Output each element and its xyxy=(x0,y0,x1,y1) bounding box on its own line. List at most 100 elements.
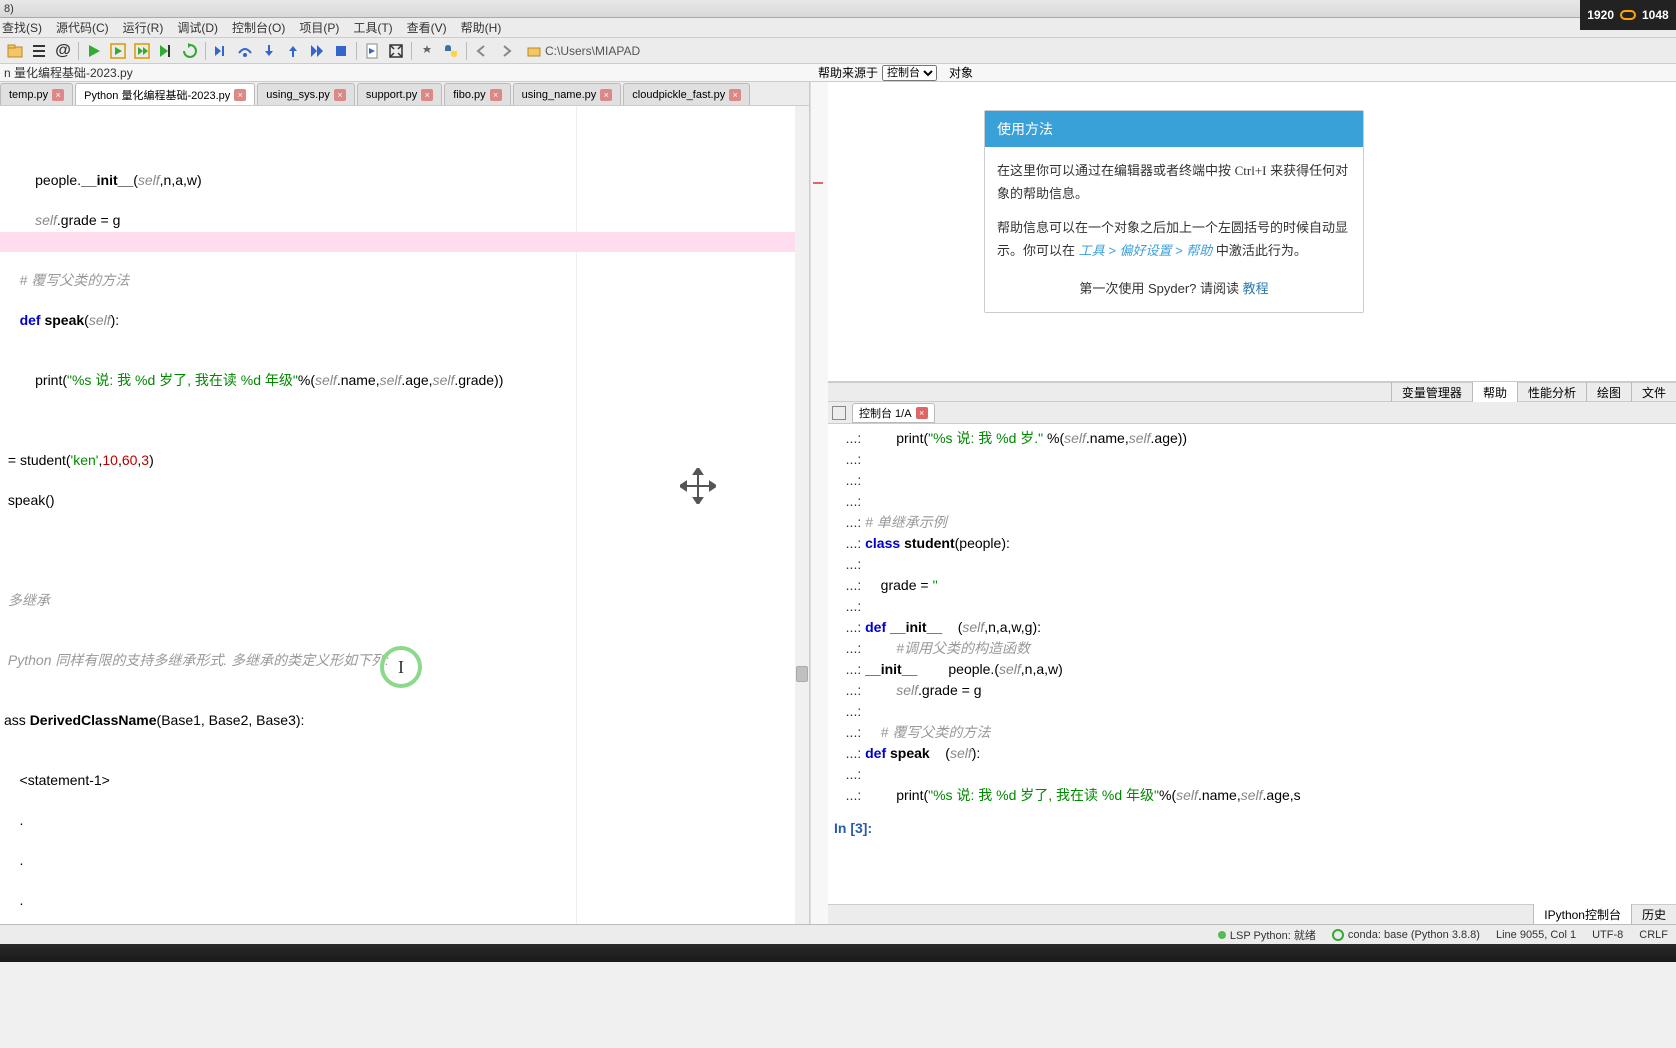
run-selection-icon[interactable] xyxy=(155,40,177,62)
sub-header: n 量化编程基础-2023.py 帮助来源于 控制台 对象 xyxy=(0,64,1676,82)
tab-fibo[interactable]: fibo.py× xyxy=(444,83,510,105)
title-text: 8) xyxy=(4,3,14,15)
help-card-body: 在这里你可以通过在编辑器或者终端中按 Ctrl+I 来获得任何对象的帮助信息。 … xyxy=(985,147,1363,312)
window-title-bar: 8) xyxy=(0,0,1676,18)
menu-run[interactable]: 运行(R) xyxy=(123,19,164,36)
working-dir: C:\Users\MIAPAD xyxy=(527,44,640,58)
editor-tab-bar: temp.py× Python 量化编程基础-2023.py× using_sy… xyxy=(0,82,809,106)
separator xyxy=(356,42,357,60)
continue-icon[interactable] xyxy=(306,40,328,62)
menu-help[interactable]: 帮助(H) xyxy=(461,19,502,36)
windows-taskbar[interactable] xyxy=(0,944,1676,962)
tab-ipython[interactable]: IPython控制台 xyxy=(1533,904,1631,924)
object-label: 对象 xyxy=(949,64,973,81)
help-card: 使用方法 在这里你可以通过在编辑器或者终端中按 Ctrl+I 来获得任何对象的帮… xyxy=(984,110,1364,313)
editor-outline[interactable] xyxy=(810,82,828,924)
tab-help[interactable]: 帮助 xyxy=(1472,382,1517,403)
editor-pane: temp.py× Python 量化编程基础-2023.py× using_sy… xyxy=(0,82,810,924)
outline-marker xyxy=(813,182,823,184)
console-tab-bar: 控制台 1/A × xyxy=(828,402,1676,424)
tutorial-link[interactable]: 教程 xyxy=(1243,281,1269,296)
column-guide xyxy=(576,106,577,924)
run-cell-advance-icon[interactable] xyxy=(131,40,153,62)
maximize-icon[interactable] xyxy=(385,40,407,62)
res-height: 1048 xyxy=(1642,8,1669,22)
forward-icon[interactable] xyxy=(495,40,517,62)
help-source-select[interactable]: 控制台 xyxy=(882,65,937,81)
close-icon[interactable]: × xyxy=(600,89,612,101)
path-text: C:\Users\MIAPAD xyxy=(545,44,640,58)
status-lsp: LSP Python: 就绪 xyxy=(1218,927,1316,943)
close-icon[interactable]: × xyxy=(421,89,433,101)
highlighted-line xyxy=(0,232,809,252)
tab-cloudpickle[interactable]: cloudpickle_fast.py× xyxy=(623,83,750,105)
menu-console[interactable]: 控制台(O) xyxy=(232,19,285,36)
status-encoding: UTF-8 xyxy=(1592,929,1623,941)
menu-find[interactable]: 查找(S) xyxy=(2,19,42,36)
tab-var-explorer[interactable]: 变量管理器 xyxy=(1391,382,1472,403)
menu-debug[interactable]: 调试(D) xyxy=(177,19,218,36)
close-icon[interactable]: × xyxy=(916,407,928,419)
tab-profiler[interactable]: 性能分析 xyxy=(1517,382,1586,403)
tab-using-sys[interactable]: using_sys.py× xyxy=(257,83,355,105)
rerun-icon[interactable] xyxy=(179,40,201,62)
breadcrumb: n 量化编程基础-2023.py xyxy=(0,64,810,81)
close-icon[interactable]: × xyxy=(234,89,246,101)
close-icon[interactable]: × xyxy=(490,89,502,101)
menu-project[interactable]: 项目(P) xyxy=(299,19,339,36)
close-icon[interactable]: × xyxy=(52,89,64,101)
status-dot-icon xyxy=(1218,931,1226,939)
status-cursor: Line 9055, Col 1 xyxy=(1496,929,1576,941)
tab-support[interactable]: support.py× xyxy=(357,83,442,105)
status-eol: CRLF xyxy=(1639,929,1668,941)
conda-icon xyxy=(1332,929,1344,941)
run-icon[interactable] xyxy=(83,40,105,62)
menu-view[interactable]: 查看(V) xyxy=(407,19,447,36)
run-cell-icon[interactable] xyxy=(107,40,129,62)
tab-active[interactable]: Python 量化编程基础-2023.py× xyxy=(75,83,255,105)
stop-icon[interactable] xyxy=(330,40,352,62)
separator xyxy=(78,42,79,60)
back-icon[interactable] xyxy=(471,40,493,62)
res-width: 1920 xyxy=(1587,8,1614,22)
console-icon[interactable] xyxy=(832,406,846,420)
menu-source[interactable]: 源代码(C) xyxy=(56,19,109,36)
scrollbar-thumb[interactable] xyxy=(796,666,808,682)
right-panel-tabs: 变量管理器 帮助 性能分析 绘图 文件 xyxy=(828,382,1676,402)
breadcrumb-file: n 量化编程基础-2023.py xyxy=(4,64,133,81)
tab-history[interactable]: 历史 xyxy=(1631,904,1676,924)
tab-files[interactable]: 文件 xyxy=(1631,382,1676,403)
tab-plots[interactable]: 绘图 xyxy=(1586,382,1631,403)
console-tab[interactable]: 控制台 1/A × xyxy=(852,403,935,423)
preferences-icon[interactable] xyxy=(416,40,438,62)
main-area: temp.py× Python 量化编程基础-2023.py× using_sy… xyxy=(0,82,1676,924)
close-icon[interactable]: × xyxy=(729,89,741,101)
step-into-icon[interactable] xyxy=(258,40,280,62)
console-output[interactable]: ...: print("%s 说: 我 %d 岁." %(self.name,s… xyxy=(828,424,1676,904)
python-icon[interactable] xyxy=(440,40,462,62)
folder-icon[interactable] xyxy=(4,40,26,62)
step-out-icon[interactable] xyxy=(282,40,304,62)
tab-temp[interactable]: temp.py× xyxy=(0,83,73,105)
debug-step-icon[interactable] xyxy=(210,40,232,62)
close-icon[interactable]: × xyxy=(334,89,346,101)
help-source-bar: 帮助来源于 控制台 对象 xyxy=(810,64,1676,81)
step-over-icon[interactable] xyxy=(234,40,256,62)
link-icon xyxy=(1620,10,1636,20)
separator xyxy=(205,42,206,60)
debug-file-icon[interactable] xyxy=(361,40,383,62)
help-panel: 使用方法 在这里你可以通过在编辑器或者终端中按 Ctrl+I 来获得任何对象的帮… xyxy=(828,82,1676,382)
console-pane: 控制台 1/A × ...: print("%s 说: 我 %d 岁." %(s… xyxy=(828,402,1676,924)
at-icon[interactable]: @ xyxy=(52,40,74,62)
menu-bar: 查找(S) 源代码(C) 运行(R) 调试(D) 控制台(O) 项目(P) 工具… xyxy=(0,18,1676,38)
right-pane: 使用方法 在这里你可以通过在编辑器或者终端中按 Ctrl+I 来获得任何对象的帮… xyxy=(828,82,1676,924)
menu-tools[interactable]: 工具(T) xyxy=(353,19,392,36)
editor-scrollbar[interactable] xyxy=(795,106,809,924)
help-card-title: 使用方法 xyxy=(985,111,1363,147)
screen-resolution-badge: 1920 1048 xyxy=(1580,0,1676,30)
list-icon[interactable] xyxy=(28,40,50,62)
status-conda[interactable]: conda: base (Python 3.8.8) xyxy=(1332,929,1480,941)
folder-small-icon xyxy=(527,44,541,58)
tab-using-name[interactable]: using_name.py× xyxy=(513,83,622,105)
code-editor[interactable]: people.__init__(self,n,a,w) self.grade =… xyxy=(0,106,809,924)
